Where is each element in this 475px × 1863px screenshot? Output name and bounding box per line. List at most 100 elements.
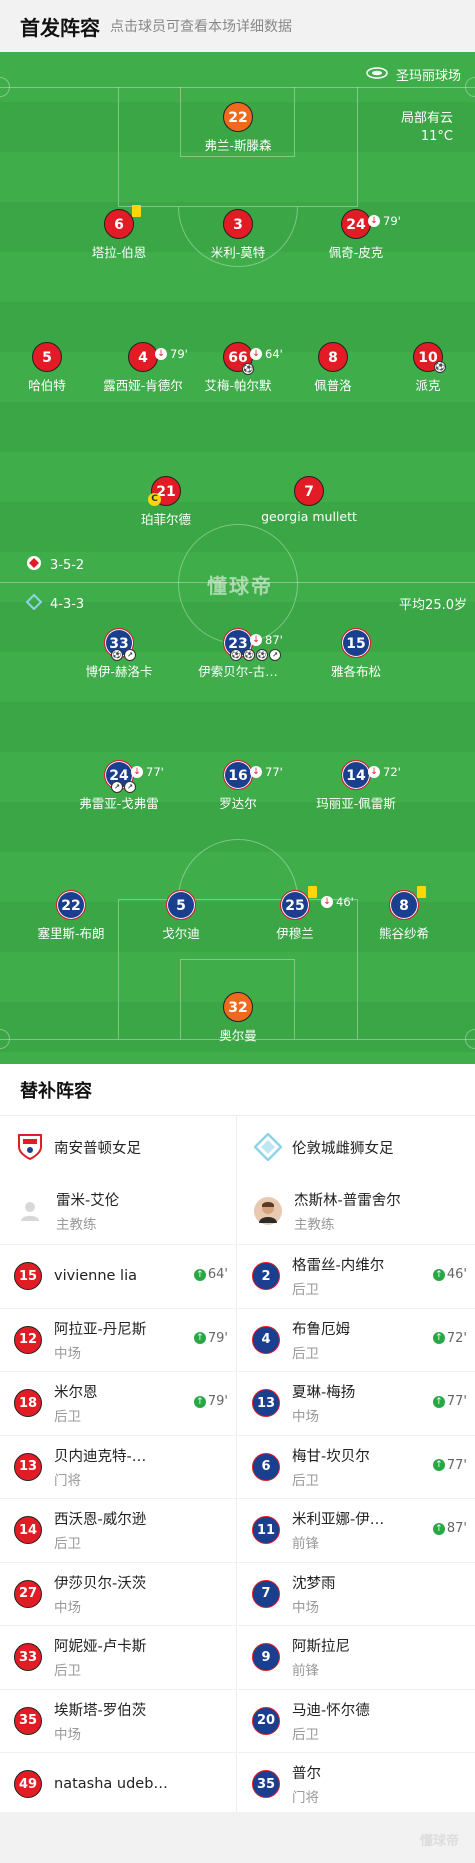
away-player[interactable]: 16 ↓ 77' 罗达尔 [178,760,298,812]
home-player[interactable]: 7 georgia mullett [249,476,369,524]
home-player[interactable]: 22 弗兰-斯滕森 [178,102,298,154]
sub-number: 33 [14,1643,42,1672]
home-coach[interactable]: 雷米-艾伦 主教练 [0,1178,236,1244]
away-player[interactable]: 22 塞里斯-布朗 [11,890,131,942]
sub-name: 伊莎贝尔-沃茨 [54,1575,147,1592]
sub-position: 门将 [292,1790,319,1807]
london-city-crest-icon [254,1133,282,1161]
footer: 懂球帝 [0,1812,475,1863]
home-team-row[interactable]: 南安普顿女足 [0,1116,236,1178]
home-sub-player[interactable]: 33 阿妮娅-卢卡斯 后卫 [0,1625,236,1689]
sub-name: natasha udeb… [54,1776,168,1793]
away-sub-player[interactable]: 2 格雷丝-内维尔 后卫 ↑ 46' [238,1244,475,1308]
weather-text: 局部有云 [400,111,453,126]
sub-position: 中场 [54,1345,81,1362]
away-player[interactable]: 33 ⚽ ↗ 博伊-赫洛卡 [59,628,179,680]
footer-watermark: 懂球帝 [419,1834,459,1849]
sub-name: 梅甘-坎贝尔 [292,1448,370,1465]
sub-in-icon: ↑ [432,1459,445,1471]
home-sub-player[interactable]: 27 伊莎贝尔-沃茨 中场 [0,1561,236,1626]
home-player[interactable]: 24 ↓ 79' 佩奇-皮克 [296,209,416,261]
sub-position: 中场 [54,1726,81,1743]
sub-number: 35 [14,1706,42,1735]
away-sub-player[interactable]: 4 布鲁厄姆 后卫 ↑ 72' [238,1307,475,1372]
away-player[interactable]: 24 ↓ 77' ↗ ↗ 弗雷亚-戈弗雷 [59,760,179,812]
sub-in-icon: ↑ [193,1268,206,1281]
sub-in-icon: ↑ [432,1332,445,1344]
sub-number: 18 [14,1389,42,1418]
sub-position: 后卫 [292,1472,319,1489]
sub-position: 后卫 [54,1409,81,1426]
home-sub-player[interactable]: 13 贝内迪克特-… 门将 [0,1434,236,1499]
pitch-watermark: 懂球帝 [207,574,273,598]
away-sub-player[interactable]: 20 马迪-怀尔德 后卫 [238,1688,475,1753]
sub-name: 埃斯塔-罗伯茨 [54,1702,147,1719]
away-player[interactable]: 8 熊谷纱希 [344,886,464,942]
home-sub-player[interactable]: 18 米尔恩 后卫 ↑ 79' [0,1371,236,1435]
sub-number: 6 [252,1452,280,1481]
away-player[interactable]: 5 戈尔迪 [121,890,241,942]
away-team-row[interactable]: 伦敦城雌狮女足 [238,1116,475,1178]
sub-name: vivienne lia [54,1268,137,1285]
home-sub-player[interactable]: 35 埃斯塔-罗伯茨 中场 [0,1688,236,1753]
away-formation: 4-3-3 [25,593,84,614]
sub-out-icon: ↓ [131,766,143,778]
sub-in-time: ↑ 64' [193,1267,228,1282]
sub-name: 米利亚娜-伊… [292,1512,385,1529]
sub-in-time: ↑ 72' [432,1331,467,1346]
sub-number: 14 [14,1516,42,1545]
temperature: 11°C [420,129,453,144]
home-sub-player[interactable]: 14 西沃恩-威尔逊 后卫 [0,1498,236,1562]
sub-name: 格雷丝-内维尔 [292,1258,385,1275]
away-player[interactable]: 23 ↓ 87' ⚽ ⚽ ⚽ ↗ 伊索贝尔-古… [178,628,298,680]
yellow-card-icon [417,886,426,898]
away-sub-player[interactable]: 11 米利亚娜-伊… 前锋 ↑ 87' [238,1498,475,1562]
yellow-card-icon [308,886,317,898]
sub-number: 20 [252,1706,280,1735]
stadium-icon [366,66,388,83]
home-sub-player[interactable]: 15 vivienne lia ↑ 64' [0,1244,236,1308]
sub-name: 阿妮娅-卢卡斯 [54,1639,147,1656]
sub-position: 后卫 [292,1282,319,1299]
away-coach[interactable]: 杰斯林-普雷舍尔 主教练 [238,1178,475,1244]
sub-name: 夏琳-梅扬 [292,1385,356,1402]
home-player[interactable]: 3 米利-莫特 [178,209,298,261]
sub-out-icon: ↓ [250,766,262,778]
person-icon [16,1197,44,1225]
average-age: 平均25.0岁 [399,598,467,613]
sub-position: 后卫 [54,1536,81,1553]
away-sub-player[interactable]: 13 夏琳-梅扬 中场 ↑ 77' [238,1371,475,1435]
home-player[interactable]: 21 C 珀菲尔德 [106,476,226,528]
away-sub-player[interactable]: 6 梅甘-坎贝尔 后卫 ↑ 77' [238,1434,475,1499]
sub-name: 普尔 [292,1766,321,1783]
sub-name: 贝内迪克特-… [54,1448,147,1465]
home-sub-player[interactable]: 49 natasha udeb… [0,1752,236,1816]
away-sub-player[interactable]: 9 阿斯拉尼 前锋 [238,1625,475,1689]
home-sub-player[interactable]: 12 阿拉亚-丹尼斯 中场 ↑ 79' [0,1307,236,1372]
away-player[interactable]: 15 雅各布松 [296,628,416,680]
coach-avatar [254,1197,282,1225]
venue: 圣玛丽球场 [366,65,461,84]
sub-position: 门将 [54,1472,81,1489]
pitch: 圣玛丽球场 局部有云 11°C 懂球帝 3-5-2 4-3-3 平均25.0岁 … [0,52,475,1064]
away-player[interactable]: 32 奥尔曼 [178,992,298,1044]
sub-position: 中场 [292,1409,319,1426]
home-player[interactable]: 10 ⚽ 派克 [368,342,475,394]
sub-number: 35 [252,1770,280,1799]
lineup-header: 首发阵容 点击球员可查看本场详细数据 [0,0,475,52]
home-player[interactable]: 6 塔拉-伯恩 [59,205,179,261]
sub-number: 7 [252,1579,280,1608]
sub-number: 49 [14,1770,42,1799]
sub-out-icon: ↓ [250,634,262,646]
sub-position: 后卫 [54,1663,81,1680]
away-player[interactable]: 14 ↓ 72' 玛丽亚-佩雷斯 [296,760,416,812]
sub-in-time: ↑ 77' [432,1458,467,1473]
sub-position: 后卫 [292,1345,319,1362]
away-sub-player[interactable]: 35 普尔门将 [238,1752,475,1816]
home-subs-column: 南安普顿女足 雷米-艾伦 主教练 15 vivienne lia ↑ 64' 12 阿拉亚… [0,1116,237,1816]
away-sub-player[interactable]: 7 沈梦雨 中场 [238,1561,475,1626]
sub-out-icon: ↓ [321,896,333,908]
away-player[interactable]: 25 ↓ 46' 伊穆兰 [235,886,355,942]
assist-icon: ⚽ [242,363,254,375]
sub-out-icon: ↓ [368,766,380,778]
